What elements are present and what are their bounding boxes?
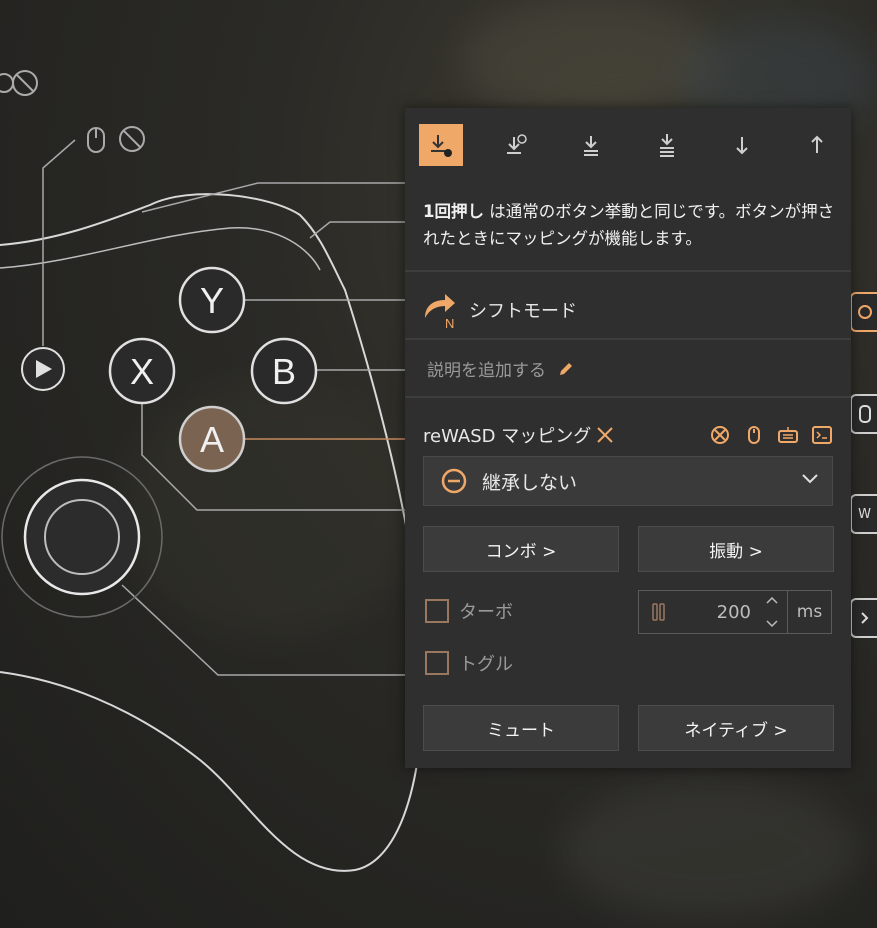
xbox-icon[interactable] <box>709 424 731 446</box>
connector-lb <box>141 182 405 213</box>
press-description-text: は通常のボタン挙動と同じです。ボタンが押されたときにマッピングが機能します。 <box>423 202 835 248</box>
b-button-label: B <box>272 351 296 392</box>
add-description-button[interactable]: 説明を追加する <box>427 356 574 381</box>
mouse-icon <box>87 127 105 153</box>
up-icon <box>811 135 823 153</box>
single-press-icon <box>431 135 452 157</box>
terminal-icon[interactable] <box>811 424 833 446</box>
divider <box>405 338 851 340</box>
inherit-dropdown[interactable]: 継承しない <box>423 456 833 506</box>
mapping-title: reWASD マッピング <box>423 422 615 448</box>
tab-single-press[interactable] <box>419 124 463 166</box>
toggle-label: トグル <box>459 654 513 675</box>
mouse-icon[interactable] <box>743 424 765 446</box>
chevron-down-icon <box>802 474 818 484</box>
long-press-icon <box>507 134 527 154</box>
x-button-label: X <box>130 351 154 392</box>
keyboard-tab[interactable]: W <box>850 494 877 534</box>
inherit-dropdown-value: 継承しない <box>482 471 578 494</box>
tab-long-press[interactable] <box>494 124 538 166</box>
shift-mode-button[interactable]: N シフトモード <box>421 288 577 332</box>
left-stick[interactable] <box>1 456 163 618</box>
down-icon <box>736 137 748 155</box>
double-press-icon <box>584 136 599 156</box>
vibration-button[interactable]: 振動 > <box>638 526 834 572</box>
shift-arrow-icon: N <box>425 294 455 330</box>
press-description: 1回押し は通常のボタン挙動と同じです。ボタンが押されたときにマッピングが機能し… <box>423 198 843 252</box>
decrement-icon[interactable] <box>765 619 779 629</box>
mapping-type-icons <box>709 424 833 446</box>
turbo-checkbox[interactable]: ターボ <box>425 598 513 624</box>
add-description-label: 説明を追加する <box>427 361 546 381</box>
block-icon <box>119 126 145 152</box>
y-button[interactable]: Y <box>178 266 246 334</box>
divider <box>405 396 851 398</box>
toggle-checkbox-box[interactable] <box>425 651 449 675</box>
mute-button[interactable]: ミュート <box>423 705 619 751</box>
increment-icon[interactable] <box>765 595 779 605</box>
controller-inner-outline <box>0 227 321 271</box>
connector-lt <box>309 221 405 239</box>
a-button[interactable]: A <box>178 405 246 473</box>
native-button[interactable]: ネイティブ > <box>638 705 834 751</box>
combo-button[interactable]: コンボ > <box>423 526 619 572</box>
mapping-panel: 1回押し は通常のボタン挙動と同じです。ボタンが押されたときにマッピングが機能し… <box>405 108 851 768</box>
pause-icon <box>652 603 665 621</box>
divider <box>405 270 851 272</box>
turbo-interval-input[interactable]: 200 <box>639 591 788 633</box>
vibration-button-label: 振動 > <box>709 541 763 562</box>
b-button[interactable]: B <box>250 337 318 405</box>
pencil-icon <box>560 362 572 375</box>
turbo-interval-unit: ms <box>796 602 823 622</box>
mapping-title-label: reWASD マッピング <box>423 426 592 447</box>
turbo-label: ターボ <box>459 602 513 623</box>
y-button-label: Y <box>200 280 224 321</box>
mouse-icon <box>0 73 14 93</box>
turbo-interval-value: 200 <box>716 602 751 623</box>
chevron-right-icon[interactable] <box>850 598 877 638</box>
tab-up[interactable] <box>795 124 839 166</box>
block-icon <box>12 70 38 96</box>
connector-menu <box>42 139 76 346</box>
triple-press-icon <box>659 134 674 157</box>
tab-double-press[interactable] <box>569 124 613 166</box>
shift-badge: N <box>445 316 454 330</box>
mute-button-label: ミュート <box>487 720 555 741</box>
keyboard-icon[interactable] <box>777 424 799 446</box>
tab-down[interactable] <box>720 124 764 166</box>
gamepad-icon[interactable] <box>850 292 877 332</box>
native-button-label: ネイティブ > <box>684 720 788 741</box>
connector-x <box>141 404 405 511</box>
minus-circle-icon <box>441 468 467 494</box>
connector-stick <box>121 584 405 676</box>
tab-triple-press[interactable] <box>645 124 689 166</box>
press-type-tabs <box>419 124 839 168</box>
a-button-label: A <box>200 419 224 460</box>
keyboard-tab-label: W <box>858 506 871 522</box>
menu-button[interactable] <box>21 347 65 391</box>
x-button[interactable]: X <box>108 337 176 405</box>
turbo-interval-stepper[interactable]: 200 ms <box>638 590 832 634</box>
press-type-name: 1回押し <box>423 202 484 221</box>
turbo-checkbox-box[interactable] <box>425 599 449 623</box>
combo-button-label: コンボ > <box>485 541 557 562</box>
toggle-checkbox[interactable]: トグル <box>425 650 513 676</box>
shift-mode-label: シフトモード <box>469 301 577 322</box>
close-icon[interactable] <box>595 425 615 445</box>
controller-icon[interactable] <box>850 394 877 434</box>
